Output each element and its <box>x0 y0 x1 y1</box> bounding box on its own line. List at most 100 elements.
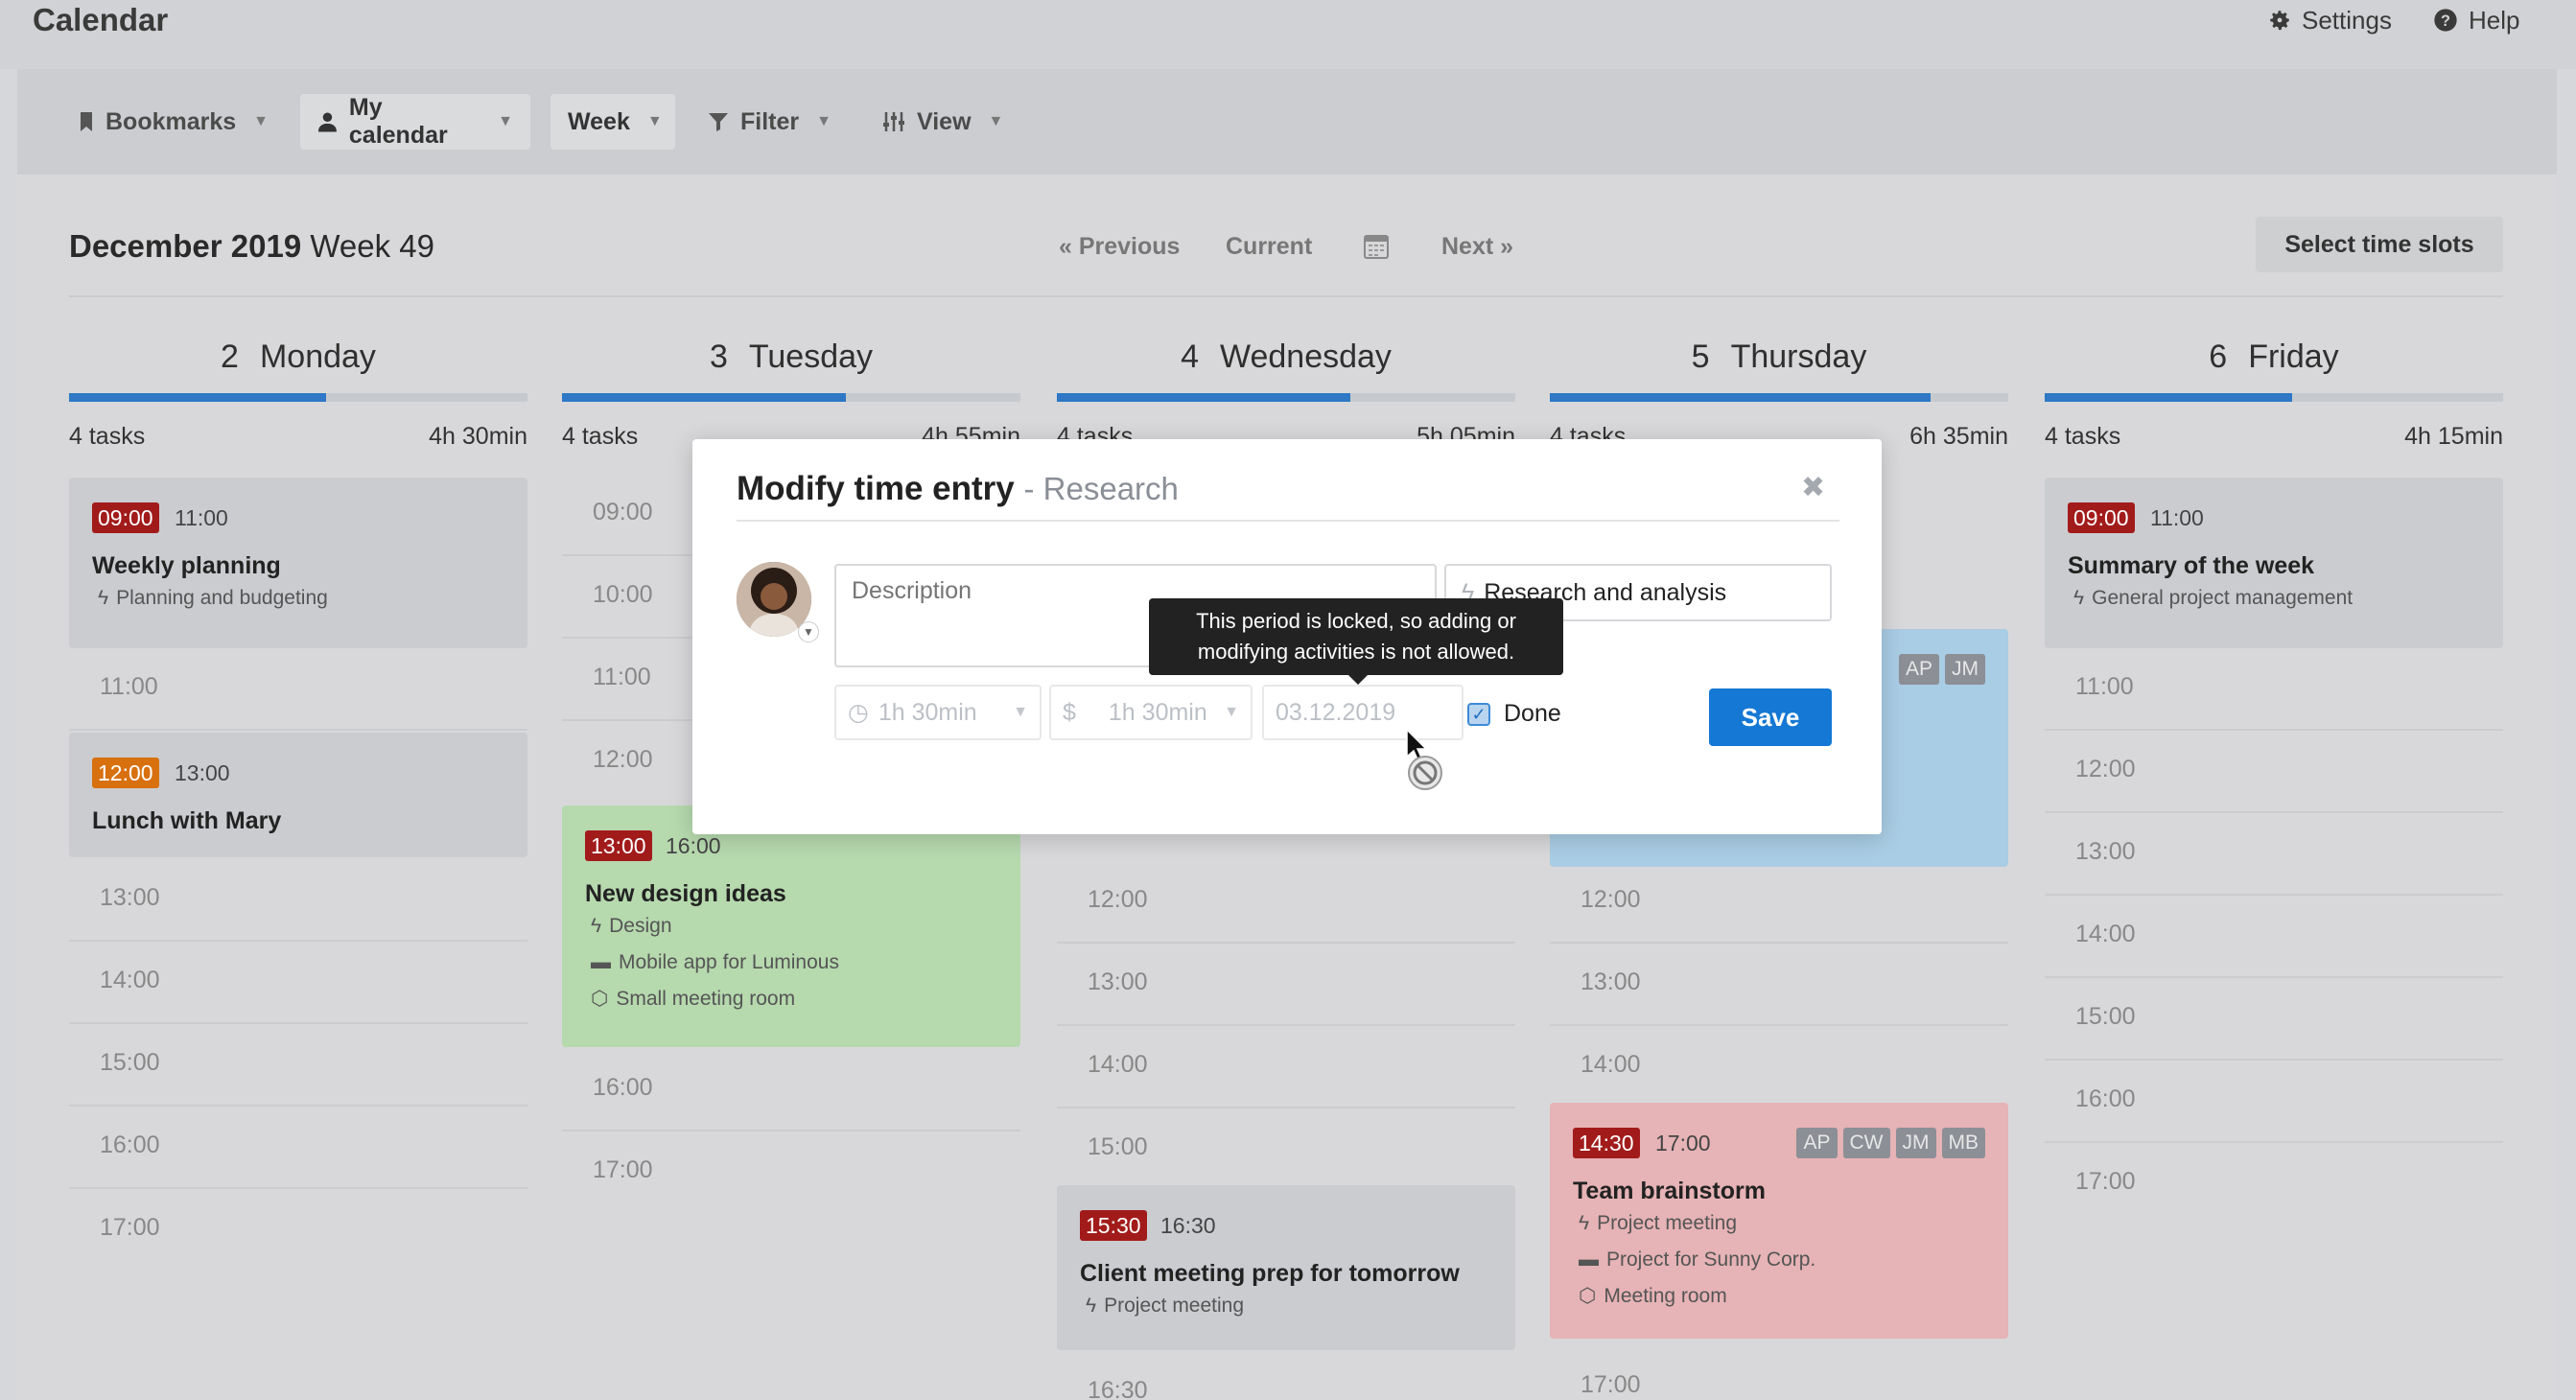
time-slot[interactable]: 17:00 <box>1550 1346 2008 1400</box>
day-header[interactable]: 2 Monday <box>69 336 527 378</box>
event-card[interactable]: 15:30 16:30 Client meeting prep for tomo… <box>1057 1185 1515 1350</box>
time-slot[interactable]: 14:00 <box>1057 1026 1515 1108</box>
slot-time: 09:00 <box>593 499 653 525</box>
day-number: 6 <box>2209 338 2228 375</box>
time-slot[interactable]: 14:00 <box>1550 1026 2008 1108</box>
time-slot[interactable]: 17:00 <box>69 1189 527 1272</box>
select-time-slots-button[interactable]: Select time slots <box>2256 217 2503 272</box>
event-card[interactable]: 09:00 11:00 Weekly planning ϟ Planning an… <box>69 478 527 648</box>
locked-period-tooltip: This period is locked, so adding or modi… <box>1149 598 1563 675</box>
task-count: 4 tasks <box>69 423 146 450</box>
bookmarks-button[interactable]: Bookmarks ▼ <box>61 94 286 150</box>
time-slot[interactable]: 13:00 <box>1550 944 2008 1026</box>
event-card[interactable]: 14:30 17:00 AP CW JM MB Team brainstorm … <box>1550 1103 2008 1339</box>
briefcase-icon: ▬ <box>1579 1248 1599 1271</box>
time-slot[interactable]: 13:00 <box>1057 944 1515 1026</box>
assignee-chip: CW <box>1842 1128 1890 1158</box>
time-slot[interactable]: 16:00 <box>69 1107 527 1189</box>
activity-label: General project management <box>2092 587 2354 609</box>
time-slot[interactable]: 15:00 <box>1057 1108 1515 1191</box>
slot-time: 16:00 <box>593 1074 653 1101</box>
activity-label: Planning and budgeting <box>116 587 328 609</box>
chevron-down-icon: ▼ <box>646 113 663 129</box>
day-name: Thursday <box>1730 338 1867 375</box>
chevron-down-icon: ▼ <box>253 113 269 129</box>
slot-time: 14:00 <box>100 967 160 993</box>
time-slot[interactable]: 17:00 <box>562 1132 1020 1214</box>
time-slot[interactable]: 16:30 <box>1057 1352 1515 1400</box>
help-link[interactable]: ? Help <box>2432 4 2519 36</box>
event-project: ▬ Mobile app for Luminous <box>591 949 839 976</box>
time-slot[interactable]: 12:00 <box>1550 861 2008 944</box>
close-icon[interactable]: ✖ <box>1801 474 1825 502</box>
event-card[interactable]: 12:00 13:00 Lunch with Mary <box>69 733 527 857</box>
time-slot[interactable]: 16:00 <box>2045 1061 2503 1143</box>
slot-time: 15:00 <box>2075 1003 2136 1030</box>
my-calendar-button[interactable]: My calendar ▼ <box>300 94 530 150</box>
time-slot[interactable]: 11:00 <box>2045 648 2503 731</box>
view-button[interactable]: View ▼ <box>865 94 1020 150</box>
event-activity: ϟ Project meeting <box>1086 1293 1244 1319</box>
slot-time: 11:00 <box>2075 673 2134 700</box>
day-header[interactable]: 5 Thursday <box>1550 336 2008 378</box>
time-slot[interactable]: 13:00 <box>69 859 527 942</box>
time-slot[interactable]: 15:00 <box>69 1024 527 1107</box>
week-number: Week 49 <box>310 228 434 264</box>
time-slot[interactable]: 16:00 <box>562 1049 1020 1132</box>
time-slot[interactable]: 12:00 <box>2045 731 2503 813</box>
assignee-chips: AP CW JM MB <box>1796 1128 1985 1158</box>
event-card[interactable]: 13:00 16:00 New design ideas ϟ Design ▬ Mo… <box>562 805 1020 1047</box>
day-progress-bar <box>1550 393 2008 402</box>
time-slot[interactable]: 13:00 <box>2045 813 2503 896</box>
slot-time: 11:00 <box>593 664 651 690</box>
time-slot[interactable]: 15:00 <box>2045 978 2503 1061</box>
day-number: 3 <box>709 338 728 375</box>
chevron-down-icon: ▼ <box>988 113 1004 129</box>
bookmark-icon <box>81 112 92 131</box>
slot-time: 13:00 <box>100 884 160 911</box>
assignee-chip: MB <box>1941 1128 1985 1158</box>
time-slot[interactable]: 17:00 <box>2045 1143 2503 1225</box>
assignee-chips: AP JM <box>1898 654 1985 685</box>
time-slot[interactable]: 14:00 <box>2045 896 2503 978</box>
not-allowed-cursor-icon <box>1406 729 1450 794</box>
time-slot[interactable]: 11:00 <box>69 648 527 731</box>
day-header[interactable]: 4 Wednesday <box>1057 336 1515 378</box>
next-link[interactable]: Next » <box>1441 230 1513 263</box>
done-checkbox[interactable]: ✓ Done <box>1467 700 1561 728</box>
current-link[interactable]: Current <box>1226 230 1312 263</box>
time-slot[interactable]: 12:00 <box>1057 861 1515 944</box>
svg-text:?: ? <box>2441 12 2450 30</box>
billable-field[interactable]: $1h 30min ▼ <box>1049 685 1253 740</box>
top-bar <box>0 0 2576 69</box>
event-end-time: 13:00 <box>175 760 230 785</box>
day-header[interactable]: 3 Tuesday <box>562 336 1020 378</box>
room-label: Small meeting room <box>616 988 796 1010</box>
event-start-badge: 09:00 <box>92 502 159 533</box>
duration-field[interactable]: ◷ 1h 30min ▼ <box>834 685 1042 740</box>
task-count: 4 tasks <box>2045 423 2121 450</box>
calendar-picker-icon[interactable] <box>1364 232 1389 259</box>
chevron-down-icon[interactable]: ▼ <box>798 621 819 642</box>
slot-time: 14:00 <box>1088 1051 1148 1078</box>
week-view-button[interactable]: Week ▼ <box>550 94 675 150</box>
filter-button[interactable]: Filter ▼ <box>691 94 849 150</box>
slot-time: 17:00 <box>2075 1168 2136 1195</box>
day-header[interactable]: 6 Friday <box>2045 336 2503 378</box>
day-progress-fill <box>69 393 326 402</box>
bolt-icon: ϟ <box>591 915 602 937</box>
day-progress-fill <box>562 393 847 402</box>
activity-label: Project meeting <box>1104 1295 1245 1317</box>
day-progress-bar <box>1057 393 1515 402</box>
event-card[interactable]: 09:00 11:00 Summary of the week ϟ General… <box>2045 478 2503 648</box>
settings-link[interactable]: Settings <box>2267 4 2392 36</box>
cube-icon: ⬡ <box>1579 1285 1597 1307</box>
event-end-time: 16:00 <box>666 833 721 858</box>
time-slot[interactable]: 14:00 <box>69 942 527 1024</box>
dollar-icon: $ <box>1063 698 1076 726</box>
bolt-icon: ϟ <box>1579 1212 1590 1234</box>
save-button[interactable]: Save <box>1709 688 1832 746</box>
previous-link[interactable]: « Previous <box>1059 230 1180 263</box>
event-end-time: 16:30 <box>1160 1213 1216 1238</box>
event-room: ⬡ Meeting room <box>1579 1283 1727 1310</box>
